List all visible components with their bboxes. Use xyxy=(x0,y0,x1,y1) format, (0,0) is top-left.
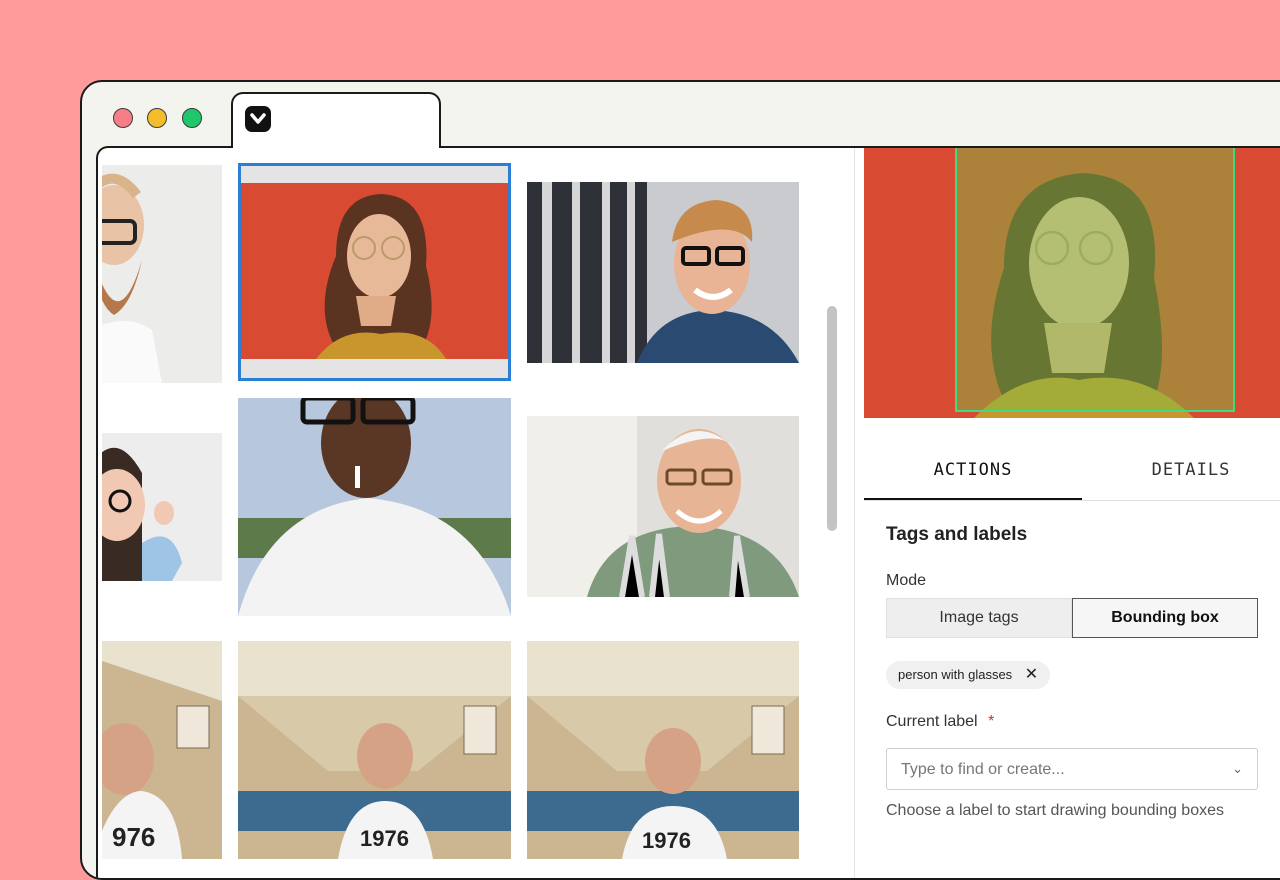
image-thumbnail[interactable]: 976 xyxy=(102,641,222,859)
label-chip: person with glasses ✕ xyxy=(886,661,1051,689)
label-search-input[interactable] xyxy=(899,749,1223,791)
chevron-down-icon[interactable]: ⌄ xyxy=(1232,761,1243,777)
image-thumbnail[interactable] xyxy=(527,182,799,363)
mode-image-tags-button[interactable]: Image tags xyxy=(886,598,1072,638)
tab-connector xyxy=(233,146,439,150)
mode-label: Mode xyxy=(886,572,927,589)
minimize-window-button[interactable] xyxy=(147,108,167,128)
current-label-heading: Current label * xyxy=(886,713,994,731)
maximize-window-button[interactable] xyxy=(182,108,202,128)
image-thumbnail[interactable] xyxy=(102,433,222,581)
required-mark: * xyxy=(988,713,995,730)
image-thumbnail[interactable] xyxy=(238,398,511,616)
image-thumbnail[interactable] xyxy=(527,416,799,597)
image-preview xyxy=(864,148,1280,418)
mode-bounding-box-button[interactable]: Bounding box xyxy=(1072,598,1258,638)
svg-text:976: 976 xyxy=(112,822,155,852)
help-text: Choose a label to start drawing bounding… xyxy=(886,802,1224,819)
chevron-logo-icon xyxy=(245,106,271,132)
svg-text:1976: 1976 xyxy=(642,828,691,853)
grid-scrollbar[interactable] xyxy=(827,306,837,531)
image-thumbnail-selected[interactable] xyxy=(238,163,511,381)
details-panel: ACTIONS DETAILS Tags and labels Mode Ima… xyxy=(864,148,1280,878)
svg-text:1976: 1976 xyxy=(360,826,409,851)
panel-tabs: ACTIONS DETAILS xyxy=(864,418,1280,501)
image-grid: 976 1976 1976 xyxy=(98,148,823,878)
tab-actions[interactable]: ACTIONS xyxy=(864,418,1082,500)
panel-divider xyxy=(854,148,855,878)
image-thumbnail[interactable] xyxy=(102,165,222,383)
tab-details[interactable]: DETAILS xyxy=(1082,418,1280,500)
image-thumbnail[interactable]: 1976 xyxy=(238,641,511,859)
label-chip-text: person with glasses xyxy=(898,667,1013,682)
app-content: 976 1976 1976 ACTIONS DETAILS Tags and l… xyxy=(96,146,1280,878)
bounding-box[interactable] xyxy=(955,148,1235,412)
remove-chip-icon[interactable]: ✕ xyxy=(1025,661,1038,689)
current-label-text: Current label xyxy=(886,713,978,730)
browser-window: 976 1976 1976 ACTIONS DETAILS Tags and l… xyxy=(80,80,1280,880)
close-window-button[interactable] xyxy=(113,108,133,128)
image-thumbnail[interactable]: 1976 xyxy=(527,641,799,859)
label-select[interactable]: ⌄ xyxy=(886,748,1258,791)
section-title: Tags and labels xyxy=(886,524,1028,545)
